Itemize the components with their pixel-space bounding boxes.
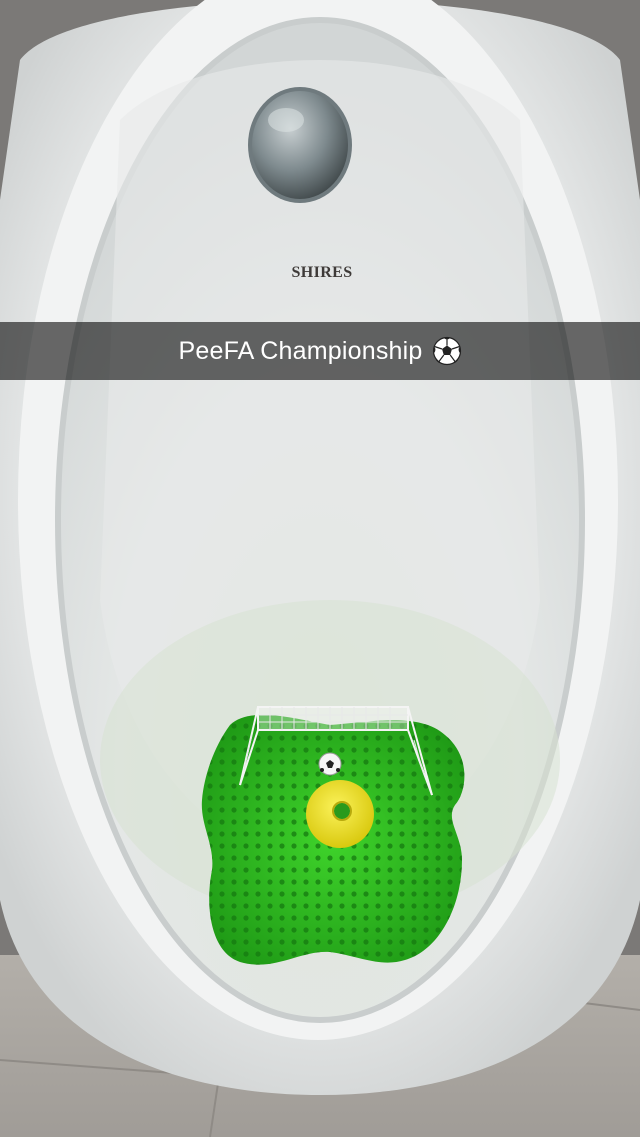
caption-bar: PeeFA Championship [0, 322, 640, 380]
photo-scene: SHIRES PeeFA Championship [0, 0, 640, 1137]
yellow-ring-target [306, 780, 374, 848]
urinal-photo [0, 0, 640, 1137]
soccer-ball-icon [432, 336, 462, 366]
caption-text: PeeFA Championship [178, 336, 423, 365]
mini-soccer-ball [318, 752, 342, 776]
urinal-brand-label: SHIRES [291, 264, 353, 281]
